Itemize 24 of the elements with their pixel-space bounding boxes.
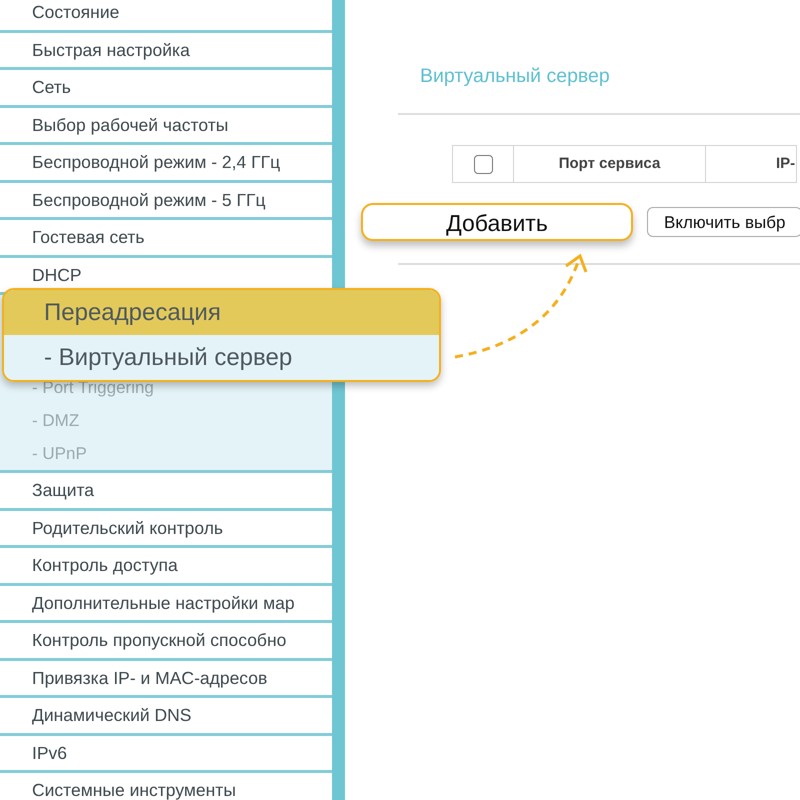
sidebar-item[interactable]: Выбор рабочей частоты [0,108,332,145]
sidebar-item[interactable]: Контроль доступа [0,548,332,586]
menu-item[interactable]: - Виртуальный сервер [4,335,439,380]
sidebar-item[interactable]: Защита [0,473,332,510]
enable-button[interactable]: Включить выбр [647,207,800,238]
page-title: Виртуальный сервер [419,64,611,89]
sidebar-item[interactable]: Состояние [0,0,332,32]
column-header: IP- [706,146,797,183]
sidebar-item[interactable]: Динамический DNS [0,698,332,736]
sidebar-item[interactable]: Дополнительные настройки мар [0,586,332,623]
checkbox[interactable] [474,154,492,174]
sidebar-item[interactable]: Привязка IP- и MAC-адресов [0,660,332,698]
sidebar-item[interactable]: Системные инструменты [0,773,332,800]
sidebar-item[interactable]: Беспроводной режим - 2,4 ГГц [0,145,332,182]
add-button[interactable]: Добавить [361,203,633,242]
sidebar-item[interactable]: Быстрая настройка [0,32,332,70]
column-header: Порт сервиса [514,146,706,183]
sidebar-item[interactable]: Контроль пропускной способно [0,623,332,660]
sidebar-item[interactable]: Гостевая сеть [0,220,332,258]
sidebar-item[interactable]: IPv6 [0,736,332,773]
menu-item[interactable]: Переадресация [4,290,439,335]
sidebar-item[interactable]: Родительский контроль [0,510,332,548]
sidebar-item[interactable]: Беспроводной режим - 5 ГГц [0,182,332,220]
sidebar-item[interactable]: Сеть [0,70,332,108]
